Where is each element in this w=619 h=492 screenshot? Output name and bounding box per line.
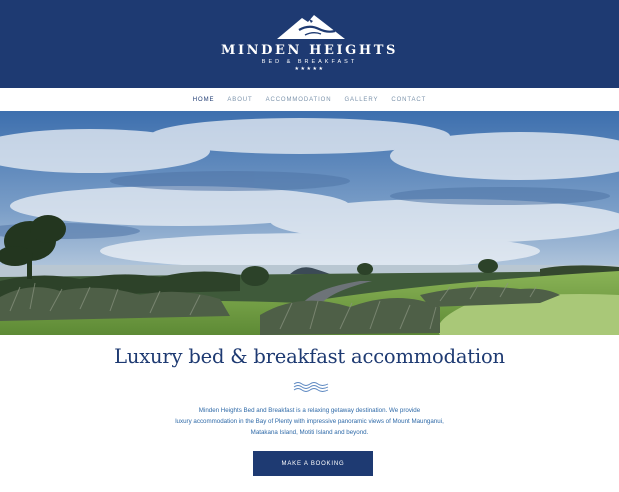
intro-line: Matakana Island, Motiti Island and beyon… — [250, 429, 369, 436]
hero-image — [0, 111, 619, 335]
brand-tagline: BED & BREAKFAST — [261, 59, 358, 65]
wave-divider-icon — [293, 382, 329, 392]
nav-item-about[interactable]: ABOUT — [227, 97, 252, 103]
mountain-logo-icon[interactable] — [275, 12, 347, 40]
intro-line: Minden Heights Bed and Breakfast is a re… — [198, 407, 421, 414]
brand-name: MINDEN HEIGHTS — [220, 43, 399, 58]
nav-item-gallery[interactable]: GALLERY — [344, 97, 378, 103]
intro-line: luxury accommodation in the Bay of Plent… — [175, 418, 444, 425]
landscape-illustration — [0, 111, 619, 335]
site-header: MINDEN HEIGHTS BED & BREAKFAST ★★★★★ — [0, 0, 619, 88]
nav-item-accommodation[interactable]: ACCOMMODATION — [266, 97, 332, 103]
page-headline: Luxury bed & breakfast accommodation — [114, 345, 505, 368]
make-booking-button[interactable]: MAKE A BOOKING — [253, 451, 373, 476]
nav-item-home[interactable]: HOME — [193, 97, 215, 103]
brand-stars: ★★★★★ — [294, 66, 325, 72]
main-nav: HOME ABOUT ACCOMMODATION GALLERY CONTACT — [0, 88, 619, 111]
intro-paragraph: Minden Heights Bed and Breakfast is a re… — [150, 405, 469, 438]
nav-item-contact[interactable]: CONTACT — [391, 97, 426, 103]
